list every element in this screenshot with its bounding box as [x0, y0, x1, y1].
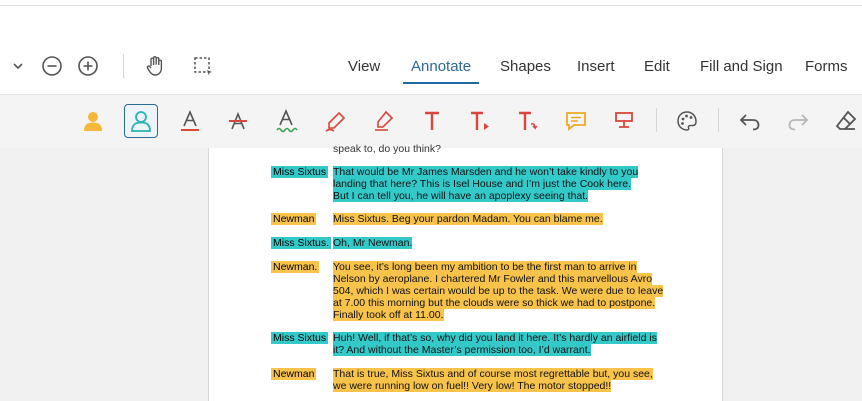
- speaker-label: Miss Sixtus: [271, 166, 329, 178]
- text-callout-icon[interactable]: [466, 107, 494, 135]
- dialogue-line: You see, it’s long been my ambition to b…: [333, 261, 637, 273]
- color-palette-icon[interactable]: [673, 107, 701, 135]
- underline-text-icon[interactable]: [176, 107, 204, 135]
- strikeout-text-icon[interactable]: [224, 107, 252, 135]
- comment-icon[interactable]: [562, 107, 590, 135]
- zoom-out-icon[interactable]: [40, 54, 64, 78]
- speaker-label: Miss Sixtus.: [271, 237, 332, 249]
- dialogue-line: That would be Mr James Marsden and he wo…: [333, 166, 639, 178]
- redo-icon[interactable]: [784, 107, 812, 135]
- text-box-icon[interactable]: [610, 107, 638, 135]
- tab-view[interactable]: View: [348, 58, 380, 75]
- dialogue-line: at 7.00 this morning but the clouds were…: [333, 297, 656, 309]
- document-page[interactable]: speak to, do you think? Miss Sixtus That…: [208, 143, 723, 401]
- speaker-label: Newman: [271, 368, 317, 380]
- tab-fill-and-sign[interactable]: Fill and Sign: [700, 58, 783, 75]
- dialogue-line: we were running low on fuel!! Very low! …: [333, 380, 612, 392]
- add-text-icon[interactable]: [418, 107, 446, 135]
- dialogue-line: Miss Sixtus. Beg your pardon Madam. You …: [333, 213, 603, 225]
- dialogue-line: it? And without the Master’s permission …: [333, 344, 591, 356]
- document-viewer[interactable]: speak to, do you think? Miss Sixtus That…: [0, 143, 862, 401]
- tab-edit[interactable]: Edit: [644, 58, 670, 75]
- annotate-toolbar: [0, 94, 862, 149]
- main-toolbar: View Annotate Shapes Insert Edit Fill an…: [0, 36, 862, 94]
- hand-tool-icon[interactable]: [143, 54, 167, 78]
- dialogue-line: Finally took off at 11.00.: [333, 309, 444, 321]
- speaker-label: Newman.: [271, 261, 320, 273]
- tab-forms[interactable]: Forms: [805, 58, 848, 75]
- pen-icon[interactable]: [322, 107, 350, 135]
- dialogue-line: 504, which I was certain would be up to …: [333, 285, 664, 297]
- tab-annotate[interactable]: Annotate: [411, 58, 471, 75]
- text-replace-icon[interactable]: [514, 107, 542, 135]
- tab-shapes[interactable]: Shapes: [500, 58, 551, 75]
- highlight-area-icon[interactable]: [79, 107, 107, 135]
- chevron-down-icon[interactable]: [6, 54, 30, 78]
- dialogue-line: Huh! Well, if that’s so, why did you lan…: [333, 332, 657, 344]
- dialogue-line: Nelson by aeroplane. I chartered Mr Fowl…: [333, 273, 653, 285]
- squiggly-text-icon[interactable]: [272, 107, 300, 135]
- speaker-label: Newman: [271, 213, 317, 225]
- toolbar-divider: [656, 108, 657, 132]
- dialogue-line: That is true, Miss Sixtus and of course …: [333, 368, 653, 380]
- highlighter-icon[interactable]: [370, 107, 398, 135]
- highlight-person-icon[interactable]: [124, 104, 158, 138]
- window-top-border: [0, 0, 862, 6]
- tab-insert[interactable]: Insert: [577, 58, 615, 75]
- partial-text-line: speak to, do you think?: [333, 143, 441, 155]
- toolbar-divider: [718, 108, 719, 132]
- dialogue-line: landing that here? This is Isel House an…: [333, 178, 632, 190]
- undo-icon[interactable]: [736, 107, 764, 135]
- dialogue-line: Oh, Mr Newman.: [333, 237, 413, 249]
- speaker-label: Miss Sixtus: [271, 332, 329, 344]
- active-tab-indicator: [403, 82, 479, 84]
- dialogue-line: But I can tell you, he will have an apop…: [333, 190, 589, 202]
- eraser-icon[interactable]: [832, 107, 860, 135]
- selection-tool-icon[interactable]: [191, 54, 215, 78]
- toolbar-divider: [123, 54, 124, 78]
- zoom-in-icon[interactable]: [76, 54, 100, 78]
